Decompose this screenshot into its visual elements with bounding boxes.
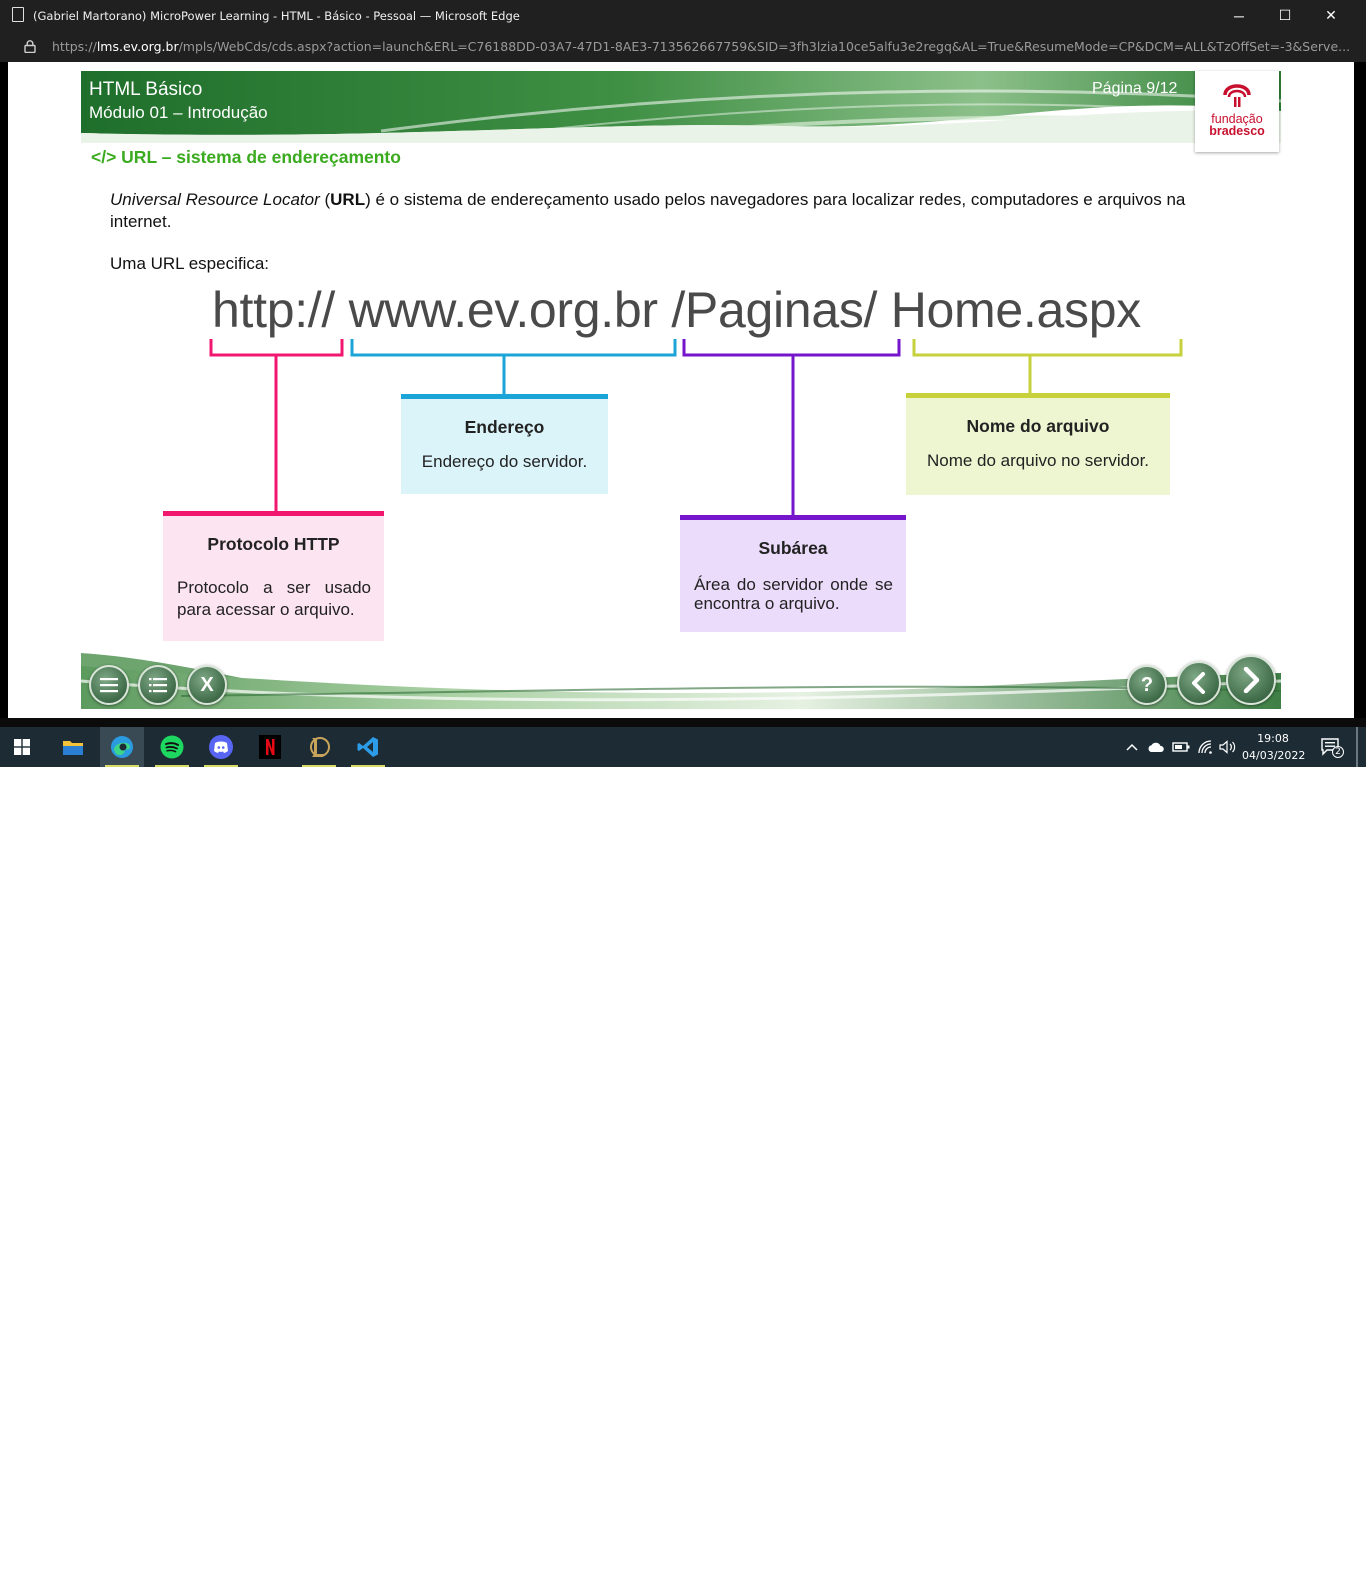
window-edge-left	[0, 62, 8, 718]
bracket-address	[350, 339, 677, 395]
taskbar-discord[interactable]	[199, 727, 243, 767]
wifi-icon	[1198, 740, 1212, 754]
battery-icon	[1172, 742, 1190, 752]
notification-count: 2	[1332, 746, 1344, 758]
fundacao-bradesco-logo: fundação bradesco	[1195, 71, 1279, 152]
window-bottom-edge	[0, 718, 1366, 727]
url-part-protocol: http://	[212, 282, 335, 338]
address-bar[interactable]: https://lms.ev.org.br/mpls/WebCds/cds.as…	[0, 31, 1366, 62]
box-subarea-title: Subárea	[758, 538, 828, 558]
taskbar-clock[interactable]: 19:08 04/03/2022	[1242, 730, 1306, 764]
tray-wifi[interactable]	[1195, 727, 1217, 767]
netflix-icon	[259, 735, 281, 759]
close-course-button[interactable]: X	[187, 665, 227, 705]
chevron-left-icon	[1192, 672, 1205, 694]
tray-battery[interactable]	[1170, 727, 1192, 767]
url-path: /mpls/WebCds/cds.aspx?action=launch&ERL=…	[178, 39, 1351, 54]
box-nome-do-arquivo: Nome do arquivo Nome do arquivo no servi…	[906, 393, 1170, 495]
page-viewport: HTML Básico Módulo 01 – Introdução Págin…	[8, 62, 1354, 718]
tray-overflow-button[interactable]	[1122, 727, 1142, 767]
footer-swoosh	[81, 651, 1281, 709]
close-window-button[interactable]: ✕	[1308, 0, 1354, 31]
page-counter: Página 9/12	[1092, 80, 1178, 97]
course-title: HTML Básico	[89, 79, 203, 100]
box-endereco: Endereço Endereço do servidor.	[401, 394, 608, 494]
clock-time: 19:08	[1257, 732, 1289, 745]
section-title: </> URL – sistema de endereçamento	[91, 147, 401, 167]
bracket-protocol	[209, 339, 344, 512]
url-specifies-text: Uma URL especifica:	[110, 254, 270, 273]
taskbar-file-explorer[interactable]	[51, 727, 95, 767]
course-header: HTML Básico Módulo 01 – Introdução Págin…	[81, 71, 1281, 143]
taskbar-edge[interactable]	[100, 727, 144, 767]
windows-taskbar: 19:08 04/03/2022 2	[0, 727, 1366, 767]
window-title: (Gabriel Martorano) MicroPower Learning …	[33, 9, 520, 23]
tray-onedrive[interactable]	[1145, 727, 1167, 767]
box-endereco-desc: Endereço do servidor.	[421, 452, 588, 471]
cloud-icon	[1148, 742, 1164, 752]
previous-page-button[interactable]	[1177, 661, 1221, 705]
course-player: HTML Básico Módulo 01 – Introdução Págin…	[81, 71, 1281, 709]
url-part-subarea: /Paginas/	[671, 282, 878, 338]
box-http-desc: Protocolo a ser usado para acessar o arq…	[177, 578, 371, 619]
intro-italic: Universal Resource Locator	[110, 190, 320, 209]
discord-icon	[209, 735, 233, 759]
list-button[interactable]	[138, 665, 178, 705]
list-icon	[149, 678, 167, 693]
box-protocolo-http: Protocolo HTTP Protocolo a ser usado par…	[163, 511, 384, 641]
taskbar-league-of-legends[interactable]	[297, 727, 341, 767]
course-footer	[81, 651, 1281, 709]
spotify-icon	[160, 735, 184, 759]
folder-icon	[63, 741, 83, 755]
tray-volume[interactable]	[1217, 727, 1239, 767]
logo-line-2: bradesco	[1209, 124, 1265, 138]
speaker-icon	[1219, 740, 1236, 754]
title-bar: (Gabriel Martorano) MicroPower Learning …	[0, 0, 1366, 31]
clock-date: 04/03/2022	[1242, 749, 1306, 762]
page-icon	[12, 7, 24, 22]
browser-window: (Gabriel Martorano) MicroPower Learning …	[0, 0, 1366, 767]
bracket-subarea	[682, 339, 901, 516]
vscode-icon	[357, 737, 378, 757]
window-edge-right	[1354, 62, 1366, 718]
box-nome-desc: Nome do arquivo no servidor.	[926, 451, 1150, 470]
url-host: lms.ev.org.br	[96, 39, 179, 54]
chevron-up-icon	[1126, 743, 1138, 751]
box-nome-title: Nome do arquivo	[966, 416, 1110, 436]
minimize-button[interactable]: ─	[1216, 0, 1262, 31]
next-page-button[interactable]	[1226, 655, 1276, 705]
start-button[interactable]	[0, 727, 44, 767]
bradesco-tree-icon	[1223, 84, 1251, 107]
menu-icon	[100, 678, 118, 693]
intro-paragraph: Universal Resource Locator (URL) é o sis…	[110, 190, 1186, 231]
menu-button[interactable]	[89, 665, 129, 705]
box-http-title: Protocolo HTTP	[207, 534, 340, 554]
module-title: Módulo 01 – Introdução	[89, 103, 268, 122]
url-text[interactable]: https://lms.ev.org.br/mpls/WebCds/cds.as…	[52, 39, 1350, 54]
bracket-file	[912, 339, 1183, 393]
box-endereco-title: Endereço	[464, 417, 545, 437]
box-subarea: Subárea Área do servidor onde se encontr…	[680, 515, 906, 632]
windows-logo-icon	[14, 739, 30, 755]
maximize-button[interactable]: ☐	[1262, 0, 1308, 31]
intro-bold: URL	[330, 190, 366, 209]
action-center-button[interactable]: 2	[1316, 727, 1346, 767]
league-of-legends-icon	[310, 737, 330, 757]
edge-icon	[111, 736, 133, 758]
url-part-address: www.ev.org.br	[348, 282, 658, 338]
chevron-right-icon	[1243, 667, 1260, 693]
show-desktop-button[interactable]	[1356, 727, 1358, 767]
box-subarea-desc: Área do servidor onde se encontra o arqu…	[694, 575, 893, 613]
url-part-file: Home.aspx	[890, 282, 1141, 338]
lock-icon	[24, 40, 36, 53]
help-button[interactable]: ?	[1127, 665, 1167, 705]
taskbar-netflix[interactable]	[248, 727, 292, 767]
taskbar-spotify[interactable]	[150, 727, 194, 767]
taskbar-vscode[interactable]	[346, 727, 390, 767]
